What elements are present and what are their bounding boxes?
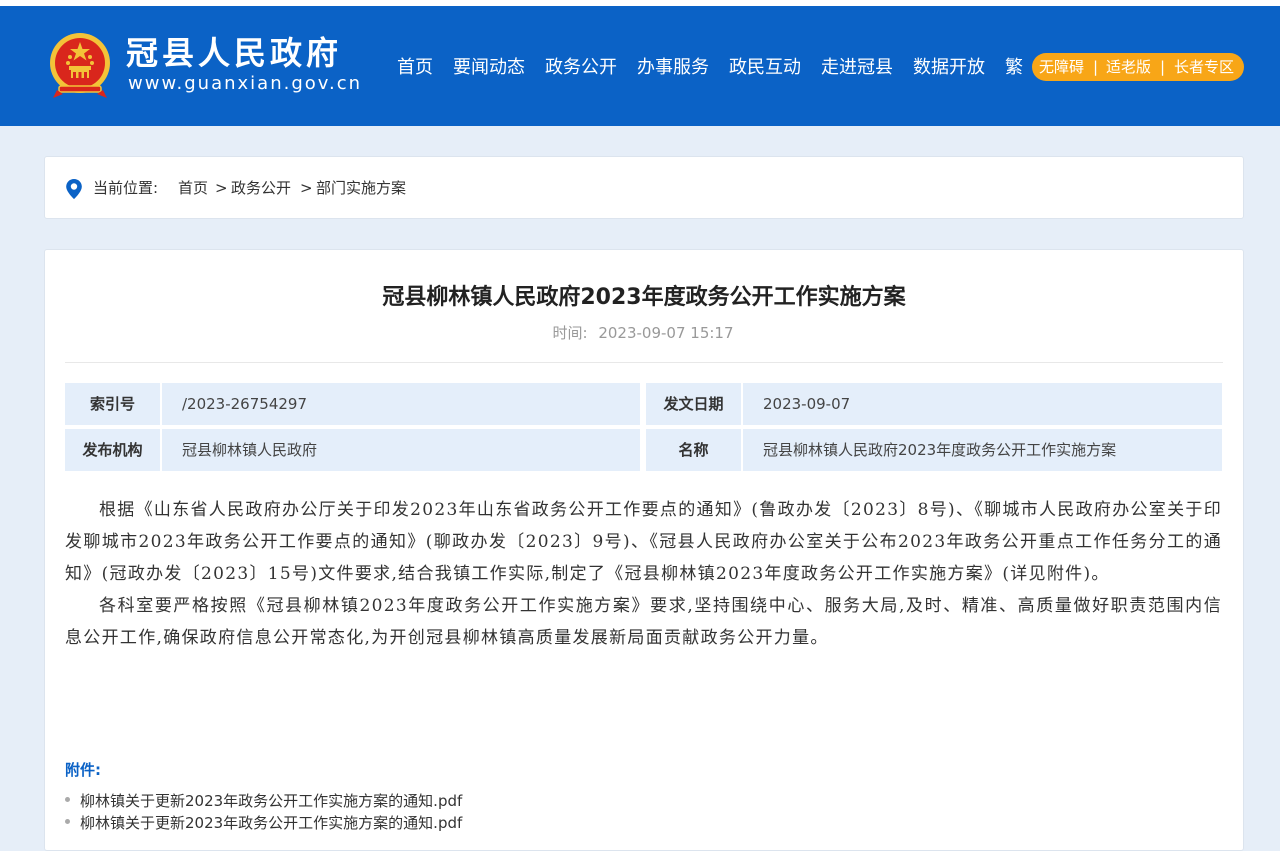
barrier-free-link[interactable]: 无障碍	[1039, 53, 1084, 81]
separator: |	[1093, 58, 1099, 76]
site-name[interactable]: 冠县人民政府	[126, 35, 342, 71]
site-domain: www.guanxian.gov.cn	[128, 73, 363, 94]
article-body: 根据《山东省人民政府办公厅关于印发2023年山东省政务公开工作要点的通知》(鲁政…	[65, 494, 1222, 654]
breadcrumb-home[interactable]: 首页	[178, 177, 208, 199]
separator: |	[1160, 58, 1166, 76]
attachments-label: 附件:	[65, 761, 101, 779]
nav-news[interactable]: 要闻动态	[453, 53, 525, 83]
nav-gov-affairs[interactable]: 政务公开	[545, 53, 617, 83]
meta-org-value: 冠县柳林镇人民政府	[162, 429, 640, 471]
senior-zone-link[interactable]: 长者专区	[1174, 53, 1234, 81]
breadcrumb-gov-affairs[interactable]: 政务公开	[231, 177, 291, 199]
attachment-link[interactable]: 柳林镇关于更新2023年政务公开工作实施方案的通知.pdf	[65, 790, 462, 812]
national-emblem-icon[interactable]	[49, 32, 111, 100]
breadcrumb-prefix: 当前位置:	[93, 179, 159, 197]
meta-name-value: 冠县柳林镇人民政府2023年度政务公开工作实施方案	[743, 429, 1222, 471]
time-label: 时间:	[552, 324, 588, 342]
nav-traditional-chinese[interactable]: 繁	[1005, 53, 1023, 83]
site-header: 冠县人民政府 www.guanxian.gov.cn 首页 要闻动态 政务公开 …	[0, 6, 1280, 126]
nav-home[interactable]: 首页	[397, 53, 433, 83]
meta-index-label: 索引号	[65, 383, 160, 425]
meta-org-label: 发布机构	[65, 429, 160, 471]
breadcrumb: 当前位置: 首页 > 政务公开 > 部门实施方案	[44, 156, 1244, 219]
bullet-icon	[65, 819, 70, 824]
breadcrumb-dept-plans[interactable]: 部门实施方案	[316, 177, 406, 199]
article-paragraph: 各科室要严格按照《冠县柳林镇2023年度政务公开工作实施方案》要求,坚持围绕中心…	[65, 596, 1222, 648]
nav-about-county[interactable]: 走进冠县	[821, 53, 893, 83]
elderly-version-link[interactable]: 适老版	[1106, 53, 1151, 81]
location-pin-icon	[66, 179, 82, 199]
meta-date-label: 发文日期	[646, 383, 741, 425]
attachment-link[interactable]: 柳林镇关于更新2023年政务公开工作实施方案的通知.pdf	[65, 812, 462, 834]
breadcrumb-separator: >	[215, 179, 228, 197]
bullet-icon	[65, 797, 70, 802]
article-paragraph: 根据《山东省人民政府办公厅关于印发2023年山东省政务公开工作要点的通知》(鲁政…	[65, 500, 1222, 584]
article-title: 冠县柳林镇人民政府2023年度政务公开工作实施方案	[382, 285, 906, 310]
meta-name-label: 名称	[646, 429, 741, 471]
attachment-filename[interactable]: 柳林镇关于更新2023年政务公开工作实施方案的通知.pdf	[80, 792, 462, 810]
meta-index-value: /2023-26754297	[162, 383, 640, 425]
breadcrumb-separator: >	[300, 179, 313, 197]
article-time: 时间: 2023-09-07 15:17	[0, 322, 1280, 344]
nav-interaction[interactable]: 政民互动	[729, 53, 801, 83]
meta-date-value: 2023-09-07	[743, 383, 1222, 425]
nav-services[interactable]: 办事服务	[637, 53, 709, 83]
accessibility-bar: 无障碍 | 适老版 | 长者专区	[1032, 53, 1244, 81]
nav-open-data[interactable]: 数据开放	[913, 53, 985, 83]
title-divider	[65, 362, 1223, 363]
time-value: 2023-09-07 15:17	[598, 324, 734, 342]
